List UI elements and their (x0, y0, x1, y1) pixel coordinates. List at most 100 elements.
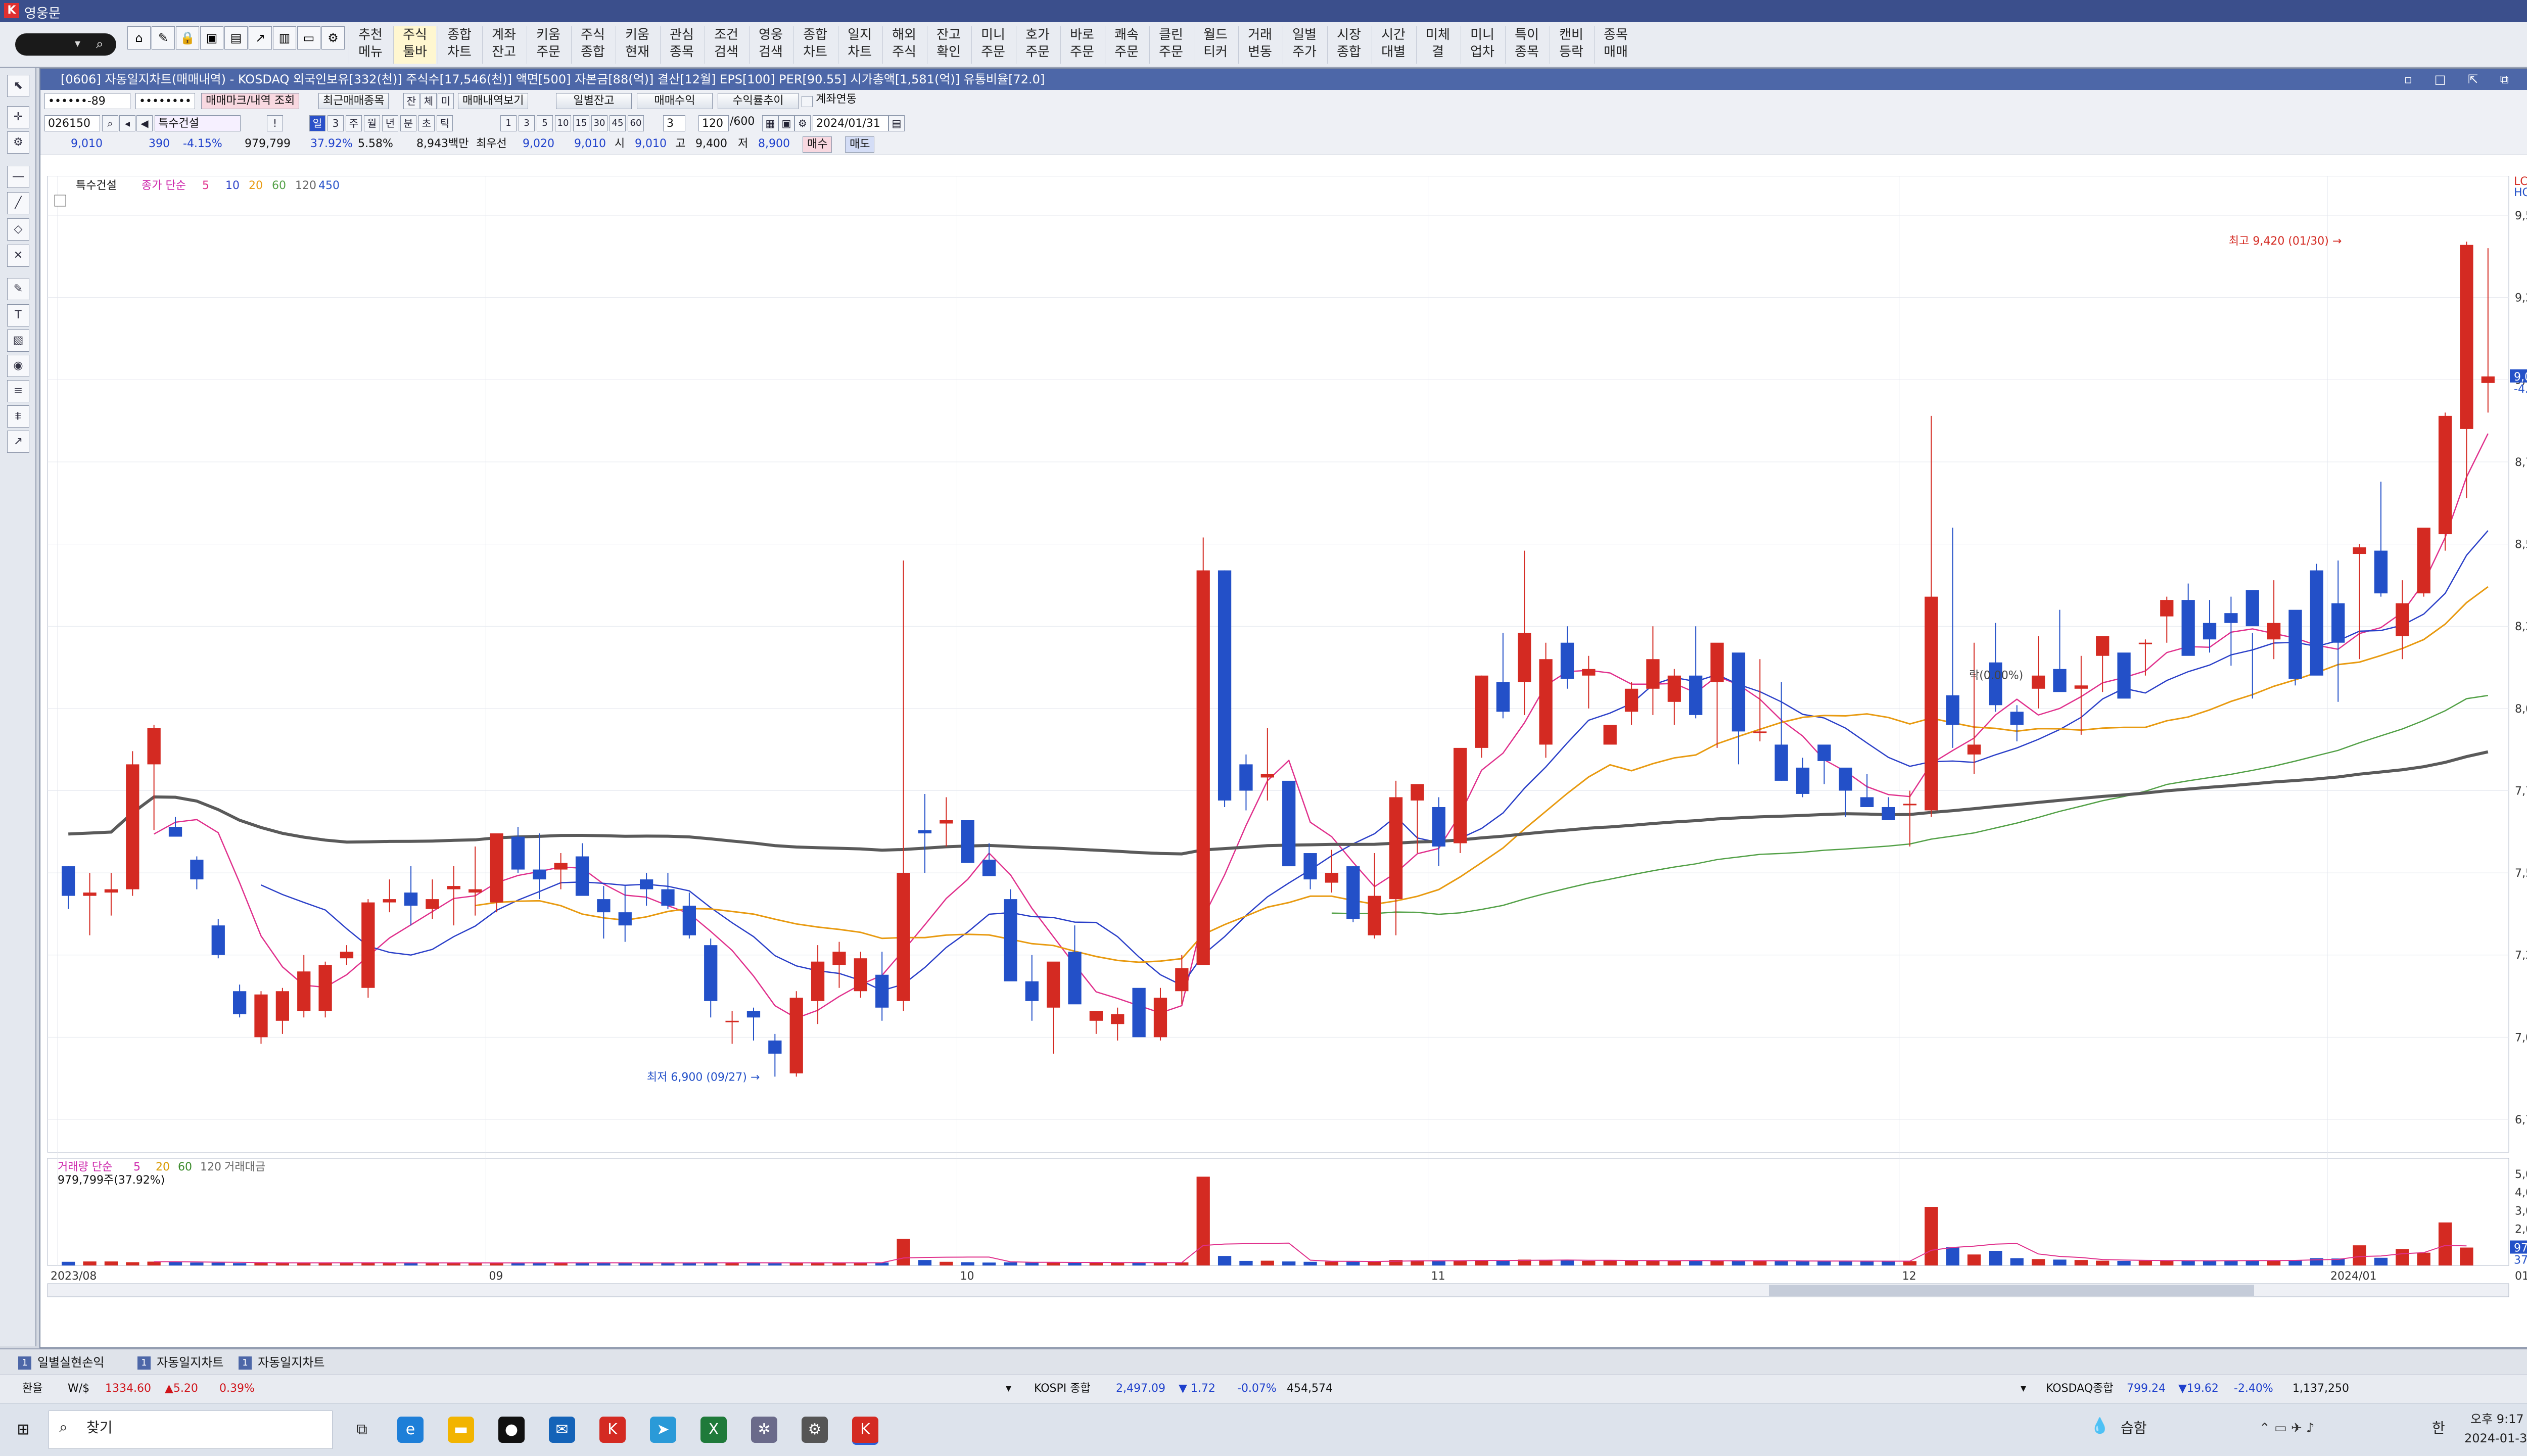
filter-balance-button[interactable]: 잔 (403, 93, 419, 109)
windows-start-icon[interactable]: ⊞ (10, 1417, 36, 1443)
menu-item-3[interactable]: 계좌 잔고 (482, 26, 525, 64)
filter-unfilled-button[interactable]: 미 (438, 93, 454, 109)
search-icon[interactable]: ⌕ (96, 36, 104, 52)
tab-auto-chart-2[interactable]: 1 자동일지차트 (236, 1353, 330, 1372)
menu-item-27[interactable]: 캔비 등락 (1550, 26, 1593, 64)
tick-number-button-5[interactable]: 30 (591, 115, 607, 131)
toolbar-gear-icon[interactable]: ⚙ (321, 26, 345, 50)
app-icon[interactable]: ✲ (751, 1417, 777, 1443)
pointer-tool-icon[interactable]: ⬉ (7, 75, 29, 97)
menu-item-5[interactable]: 주식 종합 (571, 26, 614, 64)
task-view-icon[interactable]: ⧉ (349, 1417, 375, 1443)
account-select[interactable]: ••••••-89 (44, 93, 130, 109)
menu-item-6[interactable]: 키움 현재 (616, 26, 659, 64)
list-tool-icon[interactable]: ≡ (7, 380, 29, 402)
crosshair-tool-icon[interactable]: ✛ (7, 106, 29, 128)
date-input[interactable]: 2024/01/31 (813, 115, 888, 131)
toolbar-home-icon[interactable]: ⌂ (127, 26, 151, 50)
password-field[interactable]: •••••••• (135, 93, 195, 109)
kosdaq-dropdown-icon[interactable]: ▾ (2021, 1381, 2026, 1396)
tick-number-button-4[interactable]: 15 (573, 115, 589, 131)
period-button-5[interactable]: 분 (400, 115, 416, 131)
period-button-2[interactable]: 주 (346, 115, 362, 131)
toolbar-edit-icon[interactable]: ✎ (152, 26, 175, 50)
clock-date[interactable]: 2024-01-31 (2464, 1431, 2527, 1446)
tray-icons[interactable]: ⌃ ▭ ✈ ♪ (2259, 1421, 2315, 1436)
sell-button[interactable]: 매도 (845, 136, 875, 153)
trend-line-tool-icon[interactable]: ╱ (7, 192, 29, 214)
toolbar-folder-icon[interactable]: ▥ (273, 26, 296, 50)
save-icon[interactable]: ▣ (778, 115, 794, 131)
trade-profit-button[interactable]: 매매수익 (637, 93, 713, 109)
stock-name-field[interactable]: 특수건설 (155, 115, 241, 131)
menu-item-10[interactable]: 종합 차트 (793, 26, 836, 64)
menu-item-17[interactable]: 쾌속 주문 (1105, 26, 1148, 64)
toolbar-arrow-icon[interactable]: ↗ (249, 26, 272, 50)
file-explorer-icon[interactable]: ▬ (448, 1417, 474, 1443)
tab-daily-realized[interactable]: 1 일별실현손익 (15, 1353, 109, 1372)
menu-item-18[interactable]: 클린 주문 (1149, 26, 1192, 64)
menu-item-7[interactable]: 관심 종목 (660, 26, 703, 64)
period-button-3[interactable]: 월 (364, 115, 380, 131)
image-tool-icon[interactable]: ▧ (7, 330, 29, 352)
menu-item-0[interactable]: 추천 메뉴 (349, 26, 392, 64)
stock-code-input[interactable]: 026150 (44, 115, 100, 131)
kiwoom-icon[interactable]: K (599, 1417, 626, 1443)
menu-item-15[interactable]: 호가 주문 (1016, 26, 1059, 64)
scrollbar-thumb[interactable] (1769, 1285, 2254, 1296)
profit-trend-button[interactable]: 수익률추이 (718, 93, 799, 109)
menu-item-12[interactable]: 해외 주식 (882, 26, 925, 64)
settings-icon[interactable]: ⚙ (794, 115, 811, 131)
stock-chart[interactable]: 6,750 7,000 7,250 7,500 7,750 8,000 8,250 8,500… (40, 176, 2527, 1347)
candle-count-input[interactable]: 120 (698, 115, 729, 131)
fibonacci-tool-icon[interactable]: ⩨ (7, 405, 29, 428)
menu-item-25[interactable]: 미니 업차 (1461, 26, 1504, 64)
delete-tool-icon[interactable]: ✕ (7, 245, 29, 267)
tick-number-button-0[interactable]: 1 (500, 115, 517, 131)
menu-item-19[interactable]: 월드 티커 (1194, 26, 1237, 64)
toolbar-lock-icon[interactable]: 🔒 (176, 26, 199, 50)
tick-number-button-2[interactable]: 5 (537, 115, 553, 131)
clock-time[interactable]: 오후 9:17 (2470, 1412, 2524, 1427)
menu-item-28[interactable]: 종목 매매 (1594, 26, 1637, 64)
eraser-tool-icon[interactable]: ◇ (7, 218, 29, 241)
window-controls[interactable]: ▫ □ ⇱ ⧉ ? ✕ (2404, 69, 2527, 90)
tick-number-button-3[interactable]: 10 (555, 115, 571, 131)
menu-item-16[interactable]: 바로 주문 (1060, 26, 1103, 64)
settings-tool-icon[interactable]: ⚙ (7, 131, 29, 154)
circle-tool-icon[interactable]: ◉ (7, 355, 29, 377)
menu-item-14[interactable]: 미니 주문 (971, 26, 1014, 64)
taskbar-search[interactable]: ⌕ 찾기 (49, 1411, 333, 1449)
tick-number-button-1[interactable]: 3 (519, 115, 535, 131)
settings-icon[interactable]: ⚙ (802, 1417, 828, 1443)
tick-number-button-7[interactable]: 60 (628, 115, 644, 131)
kiwoom-active-icon[interactable]: K (852, 1417, 878, 1445)
menu-item-24[interactable]: 미체 결 (1416, 26, 1459, 64)
daily-balance-button[interactable]: 일별잔고 (556, 93, 632, 109)
menu-item-26[interactable]: 특이 종목 (1505, 26, 1548, 64)
horizontal-line-tool-icon[interactable]: ― (7, 166, 29, 188)
calendar-icon[interactable]: ▤ (888, 115, 905, 131)
n-minute-input[interactable]: 3 (663, 115, 685, 131)
excel-icon[interactable]: X (700, 1417, 727, 1443)
record-icon[interactable]: ● (498, 1417, 525, 1443)
menu-item-9[interactable]: 영웅 검색 (749, 26, 792, 64)
menu-item-21[interactable]: 일별 주가 (1283, 26, 1326, 64)
period-button-0[interactable]: 일 (309, 115, 325, 131)
period-button-6[interactable]: 초 (418, 115, 435, 131)
period-button-7[interactable]: 틱 (437, 115, 453, 131)
edge-icon[interactable]: e (397, 1417, 424, 1443)
period-button-4[interactable]: 년 (382, 115, 398, 131)
period-button-1[interactable]: 3 (327, 115, 344, 131)
code-search-icon[interactable]: ⌕ (102, 115, 118, 131)
menu-item-2[interactable]: 종합 차트 (438, 26, 481, 64)
prev-stock-icon[interactable]: ◀ (136, 115, 153, 131)
menu-item-13[interactable]: 잔고 확인 (927, 26, 970, 64)
menu-item-8[interactable]: 조건 검색 (705, 26, 747, 64)
menu-item-11[interactable]: 일지 차트 (838, 26, 881, 64)
menu-item-4[interactable]: 키움 주문 (527, 26, 570, 64)
pencil-tool-icon[interactable]: ✎ (7, 278, 29, 300)
speaker-icon[interactable]: ◂ (119, 115, 135, 131)
kospi-dropdown-icon[interactable]: ▾ (1006, 1381, 1011, 1396)
tick-number-button-6[interactable]: 45 (610, 115, 626, 131)
